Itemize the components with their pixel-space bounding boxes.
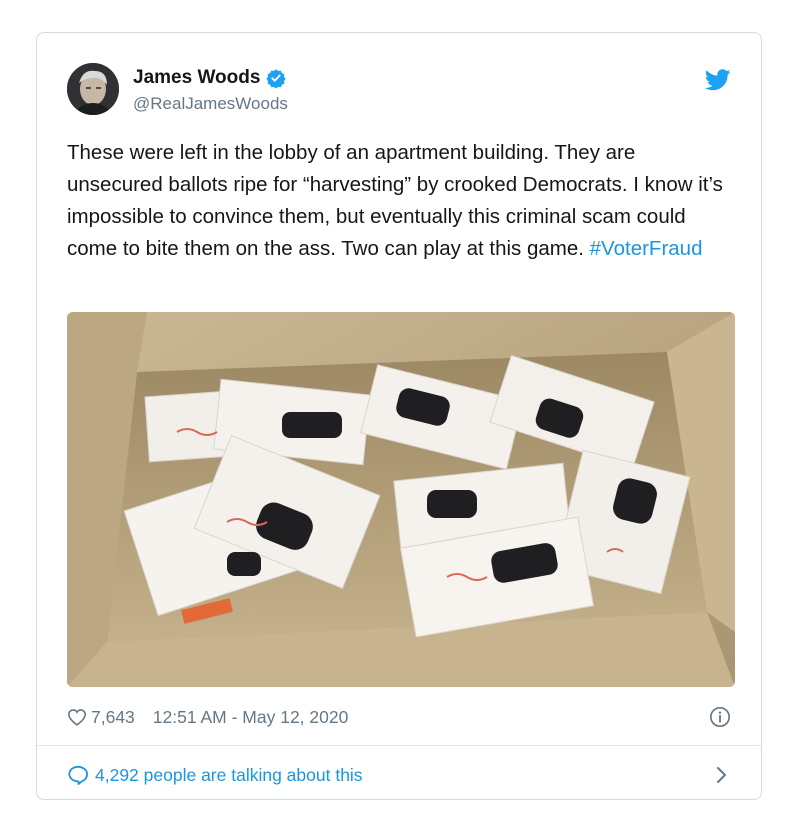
- tweet-card: James Woods @RealJamesWoods These were l…: [36, 32, 762, 800]
- talking-about-link[interactable]: 4,292 people are talking about this: [67, 760, 735, 790]
- avatar[interactable]: [67, 63, 119, 115]
- divider: [37, 745, 761, 746]
- heart-icon[interactable]: [67, 708, 87, 726]
- author-handle[interactable]: @RealJamesWoods: [133, 94, 288, 114]
- speech-bubble-icon: [68, 765, 88, 785]
- author-name[interactable]: James Woods: [133, 67, 260, 89]
- info-icon[interactable]: [709, 706, 731, 728]
- tweet-timestamp[interactable]: 12:51 AM - May 12, 2020: [153, 707, 349, 728]
- talking-about-label: 4,292 people are talking about this: [95, 764, 363, 785]
- tweet-meta: 7,643 12:51 AM - May 12, 2020: [67, 702, 735, 732]
- like-count[interactable]: 7,643: [91, 707, 135, 728]
- tweet-text: These were left in the lobby of an apart…: [67, 137, 735, 265]
- hashtag-link[interactable]: #VoterFraud: [590, 237, 703, 260]
- twitter-bird-icon[interactable]: [705, 69, 731, 91]
- author-row: James Woods: [133, 67, 287, 89]
- tweet-photo[interactable]: [67, 312, 735, 687]
- chevron-right-icon[interactable]: [715, 765, 729, 785]
- verified-badge-icon: [266, 69, 287, 88]
